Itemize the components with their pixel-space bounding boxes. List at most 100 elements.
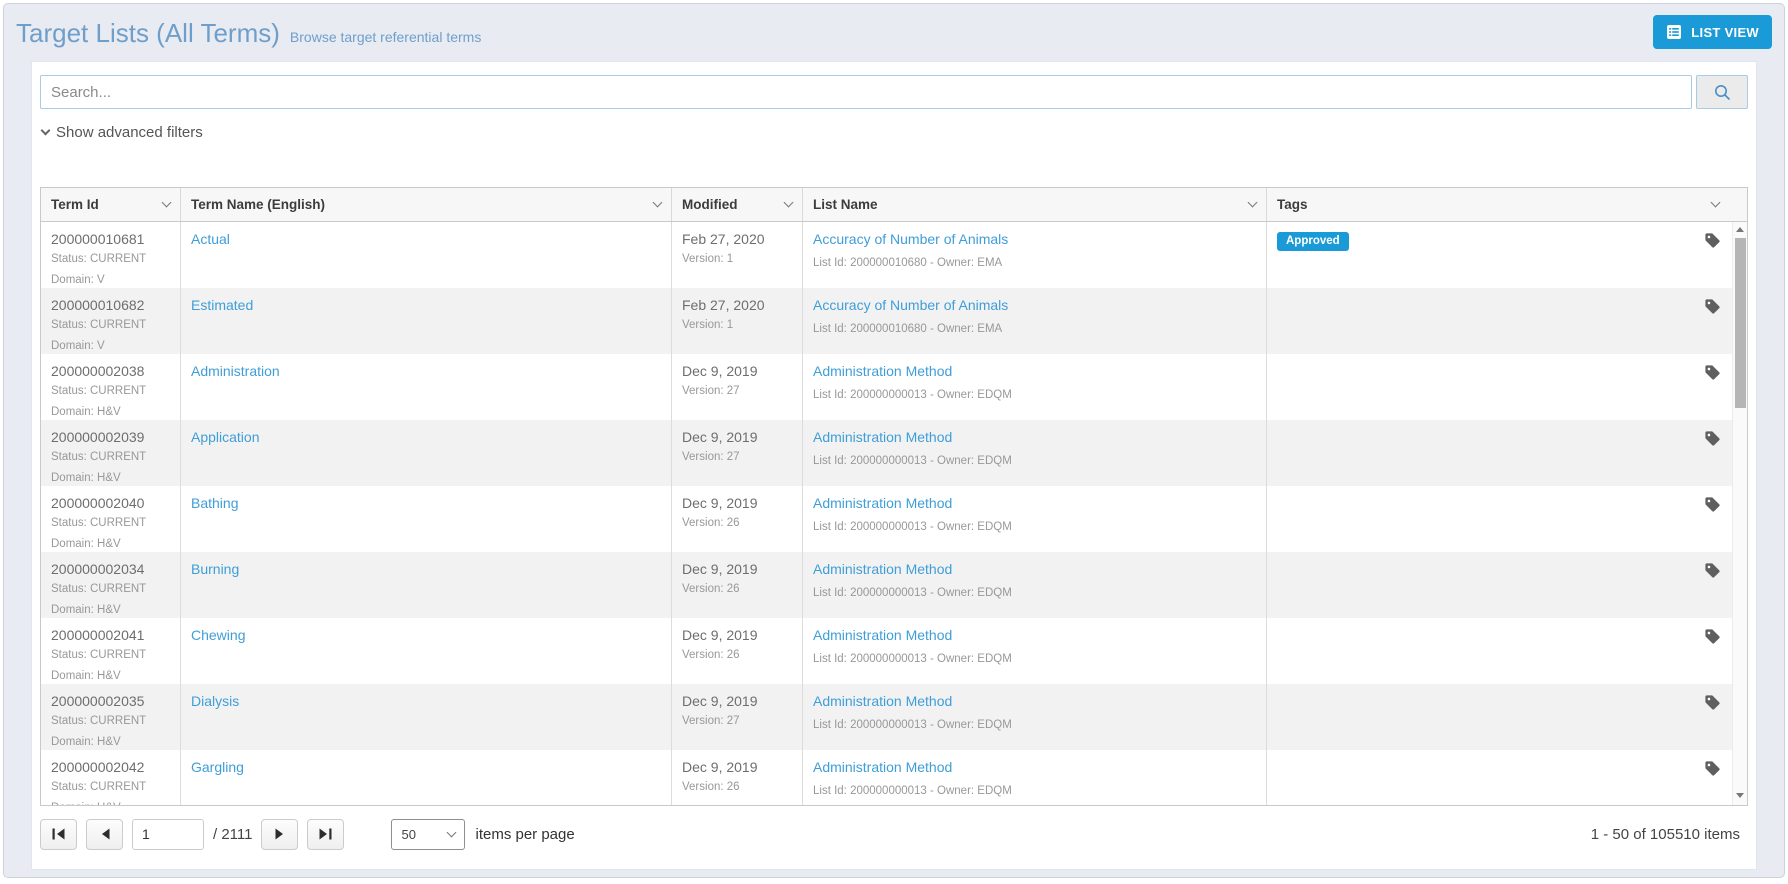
list-name-link[interactable]: Administration Method xyxy=(813,495,952,511)
table-row[interactable]: 200000002038 Status: CURRENT Domain: H&V… xyxy=(41,354,1747,420)
column-header-list-name[interactable]: List Name xyxy=(803,188,1267,221)
table-row[interactable]: 200000002041 Status: CURRENT Domain: H&V… xyxy=(41,618,1747,684)
page-number-input[interactable] xyxy=(132,818,204,850)
term-name-link[interactable]: Administration xyxy=(191,363,280,379)
list-view-button[interactable]: LIST VIEW xyxy=(1653,15,1772,49)
chevron-down-icon xyxy=(40,125,51,136)
table-row[interactable]: 200000002035 Status: CURRENT Domain: H&V… xyxy=(41,684,1747,750)
list-meta: List Id: 200000000013 - Owner: EDQM xyxy=(813,653,1012,665)
term-status: Status: CURRENT xyxy=(51,385,147,397)
column-menu-chevron-icon[interactable] xyxy=(783,197,794,208)
term-name-link[interactable]: Dialysis xyxy=(191,693,239,709)
term-name-link[interactable]: Chewing xyxy=(191,627,245,643)
tag-icon[interactable] xyxy=(1704,298,1721,320)
term-name-link[interactable]: Burning xyxy=(191,561,239,577)
term-name-link[interactable]: Gargling xyxy=(191,759,244,775)
version: Version: 26 xyxy=(682,781,740,793)
table-row[interactable]: 200000010681 Status: CURRENT Domain: V A… xyxy=(41,222,1747,288)
table-body: 200000010681 Status: CURRENT Domain: V A… xyxy=(41,222,1747,805)
first-page-icon xyxy=(52,828,65,840)
advanced-filters-toggle[interactable]: Show advanced filters xyxy=(40,124,203,141)
next-page-icon xyxy=(275,828,285,840)
tag-icon[interactable] xyxy=(1704,496,1721,518)
term-id: 200000002040 xyxy=(51,495,145,511)
term-name-cell: Actual xyxy=(181,222,672,288)
list-name-cell: Administration Method List Id: 200000000… xyxy=(803,420,1267,486)
term-id: 200000002042 xyxy=(51,759,145,775)
chevron-down-icon xyxy=(447,827,457,837)
table-row[interactable]: 200000002039 Status: CURRENT Domain: H&V… xyxy=(41,420,1747,486)
list-meta: List Id: 200000010680 - Owner: EMA xyxy=(813,323,1003,335)
list-name-cell: Administration Method List Id: 200000000… xyxy=(803,354,1267,420)
column-menu-chevron-icon[interactable] xyxy=(161,197,172,208)
column-menu-chevron-icon[interactable] xyxy=(1710,197,1721,208)
term-status: Status: CURRENT xyxy=(51,649,147,661)
list-name-link[interactable]: Accuracy of Number of Animals xyxy=(813,231,1008,247)
next-page-button[interactable] xyxy=(261,818,299,850)
version: Version: 26 xyxy=(682,583,740,595)
first-page-button[interactable] xyxy=(40,818,77,850)
table-row[interactable]: 200000002040 Status: CURRENT Domain: H&V… xyxy=(41,486,1747,552)
modified-cell: Dec 9, 2019 Version: 27 xyxy=(672,684,803,750)
list-name-link[interactable]: Administration Method xyxy=(813,627,952,643)
term-id-cell: 200000002039 Status: CURRENT Domain: H&V xyxy=(41,420,181,486)
column-header-modified[interactable]: Modified xyxy=(672,188,803,221)
modified-date: Dec 9, 2019 xyxy=(682,759,758,775)
column-menu-chevron-icon[interactable] xyxy=(652,197,663,208)
tag-icon[interactable] xyxy=(1704,430,1721,452)
term-name-link[interactable]: Application xyxy=(191,429,260,445)
vertical-scrollbar[interactable] xyxy=(1732,222,1747,805)
list-meta: List Id: 200000000013 - Owner: EDQM xyxy=(813,719,1012,731)
column-header-term-name[interactable]: Term Name (English) xyxy=(181,188,672,221)
scrollbar-thumb[interactable] xyxy=(1735,238,1746,408)
last-page-button[interactable] xyxy=(307,818,345,850)
tag-icon[interactable] xyxy=(1704,232,1721,254)
term-name-cell: Estimated xyxy=(181,288,672,354)
term-id-cell: 200000010682 Status: CURRENT Domain: V xyxy=(41,288,181,354)
column-label: Term Name (English) xyxy=(191,197,326,212)
search-button[interactable] xyxy=(1696,75,1748,109)
term-status: Status: CURRENT xyxy=(51,715,147,727)
tag-icon[interactable] xyxy=(1704,760,1721,782)
version: Version: 27 xyxy=(682,385,740,397)
tag-icon[interactable] xyxy=(1704,364,1721,386)
term-name-link[interactable]: Estimated xyxy=(191,297,253,313)
column-label: Modified xyxy=(682,197,738,212)
search-icon xyxy=(1713,83,1732,102)
list-name-link[interactable]: Administration Method xyxy=(813,759,952,775)
modified-date: Dec 9, 2019 xyxy=(682,627,758,643)
tag-icon[interactable] xyxy=(1704,562,1721,584)
prev-page-button[interactable] xyxy=(86,818,123,850)
tag-icon[interactable] xyxy=(1704,628,1721,650)
scroll-up-icon[interactable] xyxy=(1736,227,1744,232)
table-row[interactable]: 200000002034 Status: CURRENT Domain: H&V… xyxy=(41,552,1747,618)
page-title: Target Lists (All Terms) xyxy=(16,18,280,48)
tags-cell xyxy=(1267,552,1747,618)
term-id-cell: 200000002035 Status: CURRENT Domain: H&V xyxy=(41,684,181,750)
list-name-link[interactable]: Administration Method xyxy=(813,363,952,379)
term-name-link[interactable]: Actual xyxy=(191,231,230,247)
tag-icon[interactable] xyxy=(1704,694,1721,716)
column-header-term-id[interactable]: Term Id xyxy=(41,188,181,221)
list-name-link[interactable]: Administration Method xyxy=(813,429,952,445)
last-page-icon xyxy=(319,828,332,840)
column-menu-chevron-icon[interactable] xyxy=(1247,197,1258,208)
list-name-link[interactable]: Administration Method xyxy=(813,693,952,709)
page-size-select[interactable]: 50 xyxy=(391,818,466,850)
page-size-value: 50 xyxy=(401,826,416,842)
scroll-down-icon[interactable] xyxy=(1736,793,1744,798)
list-name-cell: Administration Method List Id: 200000000… xyxy=(803,486,1267,552)
modified-date: Dec 9, 2019 xyxy=(682,363,758,379)
term-status: Status: CURRENT xyxy=(51,517,147,529)
term-id-cell: 200000002041 Status: CURRENT Domain: H&V xyxy=(41,618,181,684)
list-name-link[interactable]: Administration Method xyxy=(813,561,952,577)
list-name-link[interactable]: Accuracy of Number of Animals xyxy=(813,297,1008,313)
table-row[interactable]: 200000002042 Status: CURRENT Domain: H&V… xyxy=(41,750,1747,805)
tags-cell: Approved xyxy=(1267,222,1747,288)
tag-badge: Approved xyxy=(1277,232,1349,251)
search-input[interactable] xyxy=(40,75,1692,109)
table-row[interactable]: 200000010682 Status: CURRENT Domain: V E… xyxy=(41,288,1747,354)
column-header-tags[interactable]: Tags xyxy=(1267,188,1747,221)
term-name-link[interactable]: Bathing xyxy=(191,495,238,511)
modified-date: Dec 9, 2019 xyxy=(682,561,758,577)
